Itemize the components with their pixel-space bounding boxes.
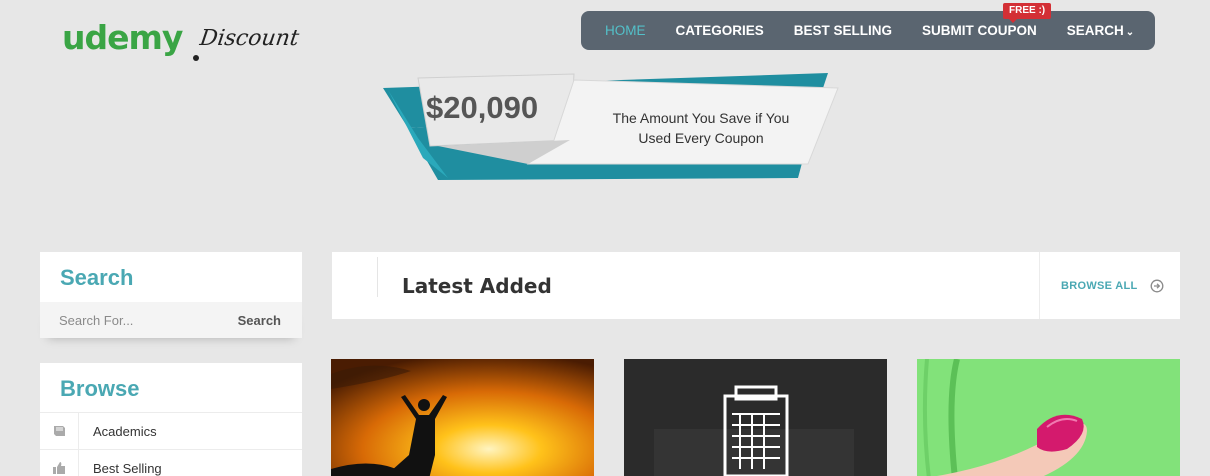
header-divider [377, 257, 378, 297]
main-nav: HOME CATEGORIES BEST SELLING SUBMIT COUP… [581, 11, 1155, 50]
arrow-circle-right-icon [1150, 279, 1163, 292]
nav-best-selling[interactable]: BEST SELLING [794, 23, 892, 38]
browse-item-best-selling[interactable]: Best Selling [40, 449, 302, 476]
savings-caption: The Amount You Save if You Used Every Co… [612, 110, 790, 146]
site-logo[interactable]: udemy Discount [62, 18, 312, 66]
savings-banner: $20,090 The Amount You Save if You Used … [378, 68, 843, 198]
browse-item-academics[interactable]: Academics [40, 412, 302, 449]
browse-widget-header: Browse [40, 363, 302, 412]
savings-amount: $20,090 [426, 90, 539, 125]
calendar-image [624, 359, 887, 476]
course-card-image[interactable] [331, 359, 594, 476]
course-card-image[interactable] [624, 359, 887, 476]
search-input[interactable] [59, 312, 209, 328]
browse-widget-title: Browse [60, 376, 140, 401]
browse-widget: Browse Academics Best Selling [40, 363, 302, 476]
browse-all-label: BROWSE ALL [1061, 279, 1138, 292]
logo-brand-text: udemy [62, 18, 183, 57]
sunset-silhouette-image [331, 359, 594, 476]
nav-categories[interactable]: CATEGORIES [676, 23, 764, 38]
nav-home[interactable]: HOME [605, 23, 646, 38]
chevron-down-icon: ⌄ [1125, 27, 1135, 38]
course-card-image[interactable] [917, 359, 1180, 476]
nav-search[interactable]: SEARCH ⌄ [1067, 23, 1134, 38]
book-icon [40, 413, 79, 449]
free-badge: FREE :) [1003, 3, 1052, 23]
search-button[interactable]: Search [238, 313, 281, 328]
search-widget-header: Search [40, 252, 302, 302]
section-title: Latest Added [402, 274, 552, 298]
latest-added-header: Latest Added BROWSE ALL [332, 252, 1180, 319]
browse-item-label: Best Selling [93, 460, 162, 476]
browse-item-label: Academics [93, 423, 157, 439]
search-widget-title: Search [60, 265, 134, 290]
logo-dot-icon [193, 55, 199, 61]
nav-search-label: SEARCH [1066, 23, 1124, 38]
browse-all-link[interactable]: BROWSE ALL [1039, 252, 1180, 319]
search-bar: Search [40, 302, 302, 338]
logo-suffix-text: Discount [198, 26, 301, 51]
pink-nail-image [917, 359, 1180, 476]
search-widget: Search Search [40, 252, 302, 338]
nav-submit-coupon[interactable]: SUBMIT COUPON [922, 23, 1037, 38]
thumbs-up-icon [40, 450, 79, 476]
